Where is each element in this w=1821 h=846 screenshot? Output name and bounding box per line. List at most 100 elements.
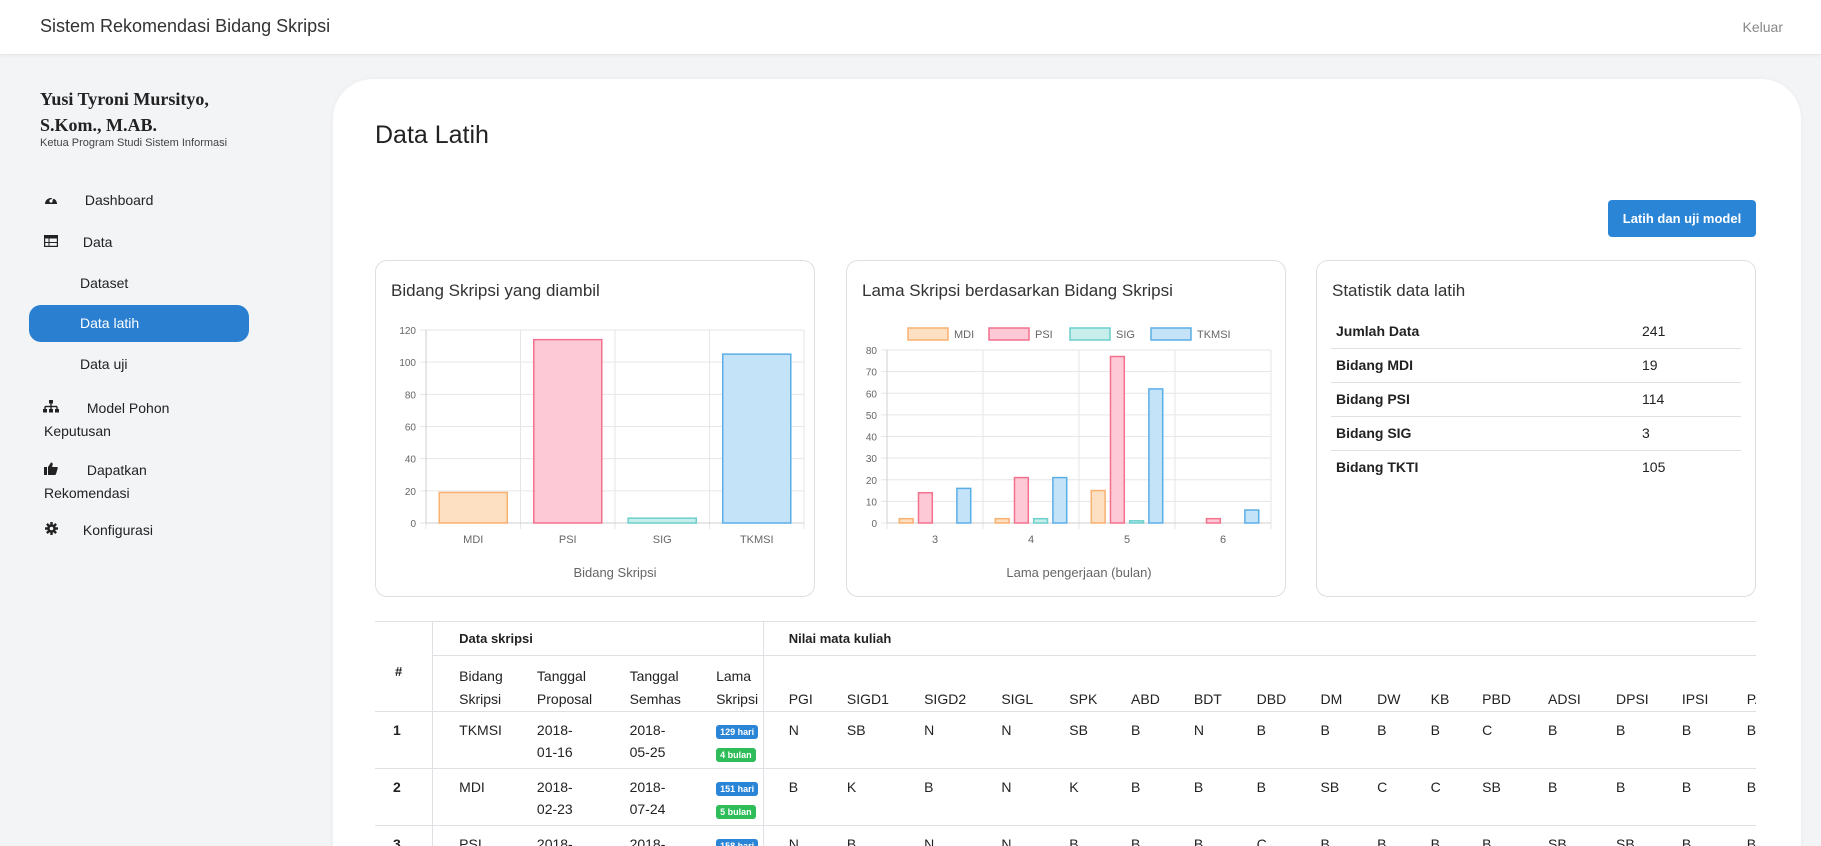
x-axis-title: Bidang Skripsi: [573, 565, 656, 580]
nav-konfigurasi[interactable]: Konfigurasi: [40, 522, 153, 538]
grade-cell: B: [1523, 711, 1591, 769]
grade-cell: B: [1721, 711, 1756, 769]
grade-cell: SB: [1591, 825, 1657, 846]
cell-proposal: 2018-: [510, 825, 604, 846]
column-header[interactable]: Tanggal Proposal: [510, 655, 604, 712]
x-axis-title: Lama pengerjaan (bulan): [1006, 565, 1151, 580]
column-header-line1: Lama: [716, 668, 752, 684]
column-header-line2: Skripsi: [459, 691, 502, 707]
grade-cell: B: [1721, 825, 1756, 846]
column-header[interactable]: SIGD1: [821, 655, 900, 712]
column-header[interactable]: Bidang Skripsi: [432, 655, 511, 712]
days-badge: 151 hari: [716, 782, 759, 796]
nav-data-label: Data: [82, 234, 113, 250]
table-row[interactable]: 3 PSI 2018- 2018- 158 hari N B N N B B B C B B B B SB SB B B: [375, 825, 1756, 846]
bar-tkmsi: [1244, 509, 1260, 524]
stat-value: 3: [1637, 416, 1741, 451]
column-header[interactable]: ABD: [1106, 655, 1169, 712]
stat-value: 241: [1637, 314, 1741, 349]
nav-dataset[interactable]: Dataset: [80, 275, 128, 291]
column-header[interactable]: PBD: [1457, 655, 1524, 712]
legend-swatch-tkmsi: [1150, 327, 1192, 341]
nav-data-latih[interactable]: Data latih: [29, 305, 249, 342]
bar-tkmsi: [721, 353, 792, 524]
column-header[interactable]: IPSI: [1656, 655, 1722, 712]
grade-cell: B: [1044, 825, 1107, 846]
nav-data[interactable]: Data: [40, 234, 112, 250]
training-data-table: # Data skripsi Nilai mata kuliah Bidang S…: [375, 621, 1756, 846]
grade-cell: B: [1591, 768, 1657, 826]
grade-cell: B: [821, 825, 900, 846]
chart-card-lama: Lama Skripsi berdasarkan Bidang Skripsi …: [846, 260, 1286, 597]
column-header-line2: Skripsi: [716, 691, 759, 707]
bar-tkmsi: [956, 487, 972, 524]
nav-data-uji[interactable]: Data uji: [80, 356, 127, 372]
y-tick-label: 120: [399, 326, 416, 337]
train-test-model-button[interactable]: Latih dan uji model: [1608, 200, 1756, 237]
bar-mdi: [994, 517, 1010, 524]
column-header[interactable]: Tanggal Semhas: [603, 655, 691, 712]
x-tick-label: 4: [1028, 534, 1034, 546]
nav-dapatkan-rekomendasi[interactable]: Dapatkan Rekomendasi: [40, 459, 147, 505]
y-tick-label: 0: [871, 519, 877, 530]
legend-label: SIG: [1116, 329, 1135, 341]
column-header[interactable]: Lama Skripsi: [690, 655, 764, 712]
column-header[interactable]: PGI: [762, 655, 822, 712]
x-tick-label: TKMSI: [740, 534, 774, 546]
y-tick-label: 70: [866, 368, 878, 379]
column-header[interactable]: SIGL: [976, 655, 1045, 712]
column-header[interactable]: SIGD2: [899, 655, 977, 712]
cell-proposal: 2018-02-23: [510, 768, 604, 826]
legend-label: PSI: [1035, 329, 1053, 341]
stat-value: 105: [1642, 459, 1666, 476]
bar-mdi: [1090, 489, 1106, 524]
column-header-line1: Bidang: [459, 668, 503, 684]
nav-model-label-2: Keputusan: [44, 423, 111, 439]
column-header[interactable]: KB: [1405, 655, 1458, 712]
proposal-date: 2018-: [536, 836, 573, 846]
stats-row: Jumlah Data 241: [1331, 314, 1741, 349]
column-header[interactable]: DBD: [1231, 655, 1296, 712]
nav-model-pohon-keputusan[interactable]: Model Pohon Keputusan: [40, 397, 169, 443]
grade-cell: B: [1352, 711, 1406, 769]
grade-cell: N: [976, 711, 1045, 769]
legend-swatch-mdi: [907, 327, 949, 341]
app-title[interactable]: Sistem Rekomendasi Bidang Skripsi: [40, 16, 330, 37]
grade-cell: B: [1656, 825, 1722, 846]
bar-mdi: [898, 517, 914, 524]
cell-proposal: 2018-01-16: [510, 711, 604, 769]
grade-cell: N: [762, 825, 822, 846]
table-row[interactable]: 1 TKMSI 2018-01-16 2018-05-25 129 hari 4 bula…: [375, 711, 1756, 769]
table-row[interactable]: 2 MDI 2018-02-23 2018-07-24 151 hari 5 bulan B…: [375, 768, 1756, 826]
group-header-skripsi: Data skripsi: [432, 621, 764, 656]
grade-cell: B: [1405, 711, 1458, 769]
column-header[interactable]: DM: [1295, 655, 1353, 712]
table-icon: [40, 234, 62, 250]
semhas-date: 2018-05-25: [629, 722, 666, 760]
y-tick-label: 20: [866, 476, 878, 487]
y-tick-label: 50: [866, 411, 878, 422]
nav-dashboard[interactable]: Dashboard: [40, 192, 153, 208]
stat-label: Jumlah Data: [1331, 314, 1637, 349]
x-tick-label: 6: [1220, 534, 1226, 546]
y-tick-label: 20: [405, 487, 417, 498]
column-header[interactable]: PAE: [1721, 655, 1756, 712]
nav-reko-label-2: Rekomendasi: [44, 485, 130, 501]
column-header[interactable]: ADSI: [1523, 655, 1591, 712]
row-index: 3: [375, 825, 434, 846]
grade-cell: SB: [1523, 825, 1591, 846]
bar-mdi: [438, 491, 509, 524]
grade-cell: SB: [1295, 768, 1353, 826]
column-header[interactable]: BDT: [1168, 655, 1232, 712]
column-header[interactable]: DPSI: [1591, 655, 1657, 712]
index-header: #: [375, 621, 434, 712]
logout-link[interactable]: Keluar: [1743, 19, 1783, 35]
grade-cell: B: [1656, 711, 1722, 769]
x-tick-label: SIG: [653, 534, 672, 546]
grade-cell: B: [1591, 711, 1657, 769]
column-header[interactable]: SPK: [1044, 655, 1107, 712]
column-header-line1: Tanggal: [629, 668, 679, 684]
column-header[interactable]: DW: [1352, 655, 1406, 712]
stat-label: Bidang TKTI: [1336, 459, 1419, 476]
stats-card: Statistik data latih Jumlah Data 241 Bidan…: [1316, 260, 1756, 597]
